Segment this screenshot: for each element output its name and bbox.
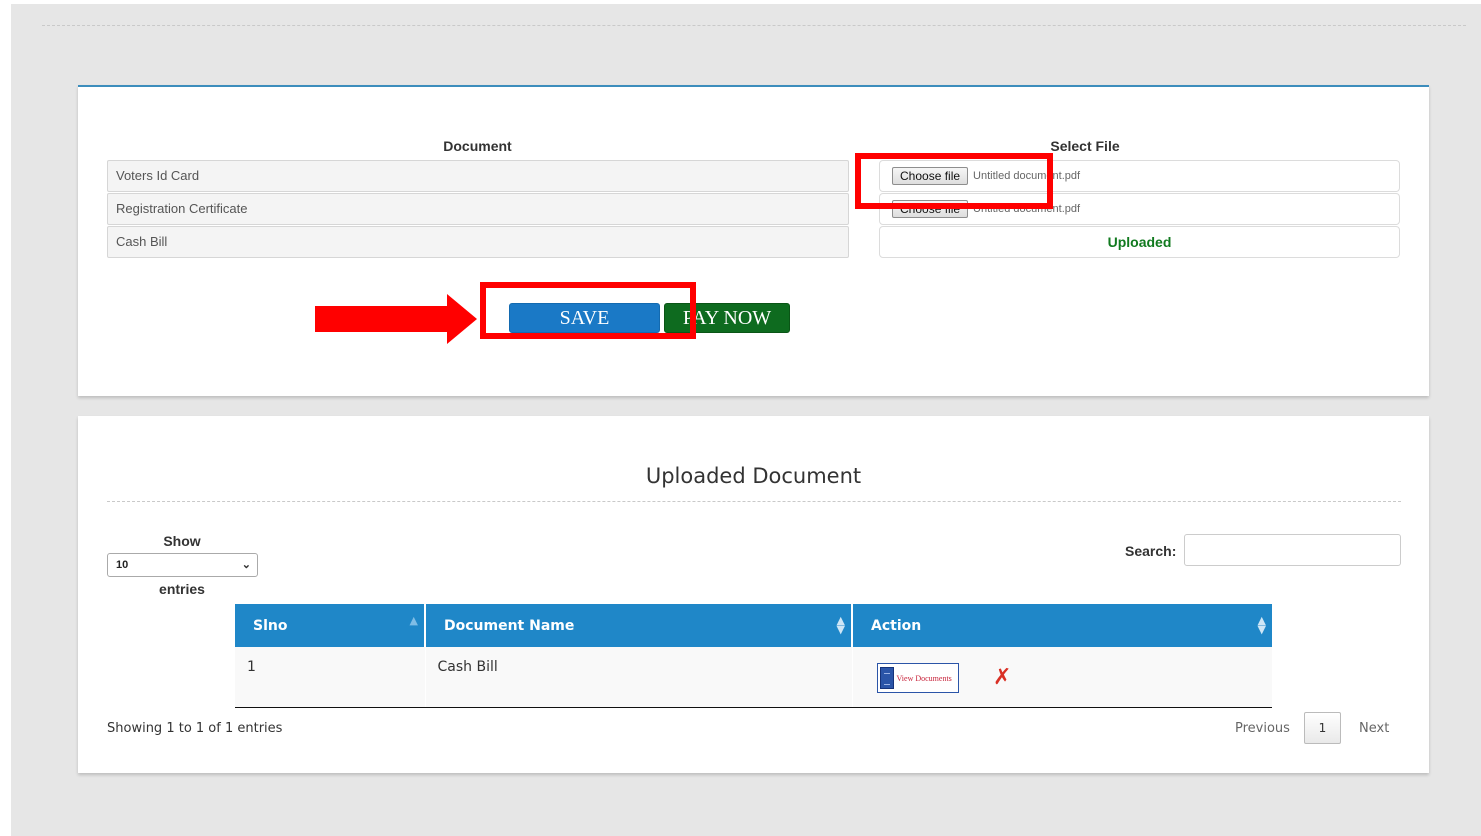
column-header-action[interactable]: Action ▲ ▼ — [852, 604, 1272, 647]
sort-ascending-icon: ▲ — [409, 614, 418, 627]
highlight-box-save — [480, 282, 696, 339]
top-divider — [42, 25, 1466, 26]
chevron-down-icon: ⌄ — [241, 559, 251, 571]
document-field-registration-certificate: Registration Certificate — [107, 193, 849, 225]
uploaded-status-cash-bill: Uploaded — [879, 226, 1400, 258]
sort-icon: ▲ ▼ — [1257, 614, 1266, 636]
pagination-next[interactable]: Next — [1359, 721, 1389, 736]
sort-icon: ▲ ▼ — [836, 614, 845, 636]
pagination-previous[interactable]: Previous — [1235, 721, 1290, 736]
entries-length-value: 10 — [116, 559, 129, 571]
column-header-slno[interactable]: Slno ▲ — [235, 604, 426, 647]
search-label: Search: — [1125, 543, 1177, 559]
search-input[interactable] — [1184, 534, 1401, 566]
title-divider — [107, 501, 1401, 502]
entries-length-select[interactable]: 10 ⌄ — [107, 553, 258, 577]
table-info: Showing 1 to 1 of 1 entries — [107, 721, 283, 736]
cell-slno: 1 — [235, 647, 426, 708]
column-header-document-name[interactable]: Document Name ▲ ▼ — [425, 604, 853, 647]
document-column-header: Document — [443, 138, 512, 154]
document-field-cash-bill: Cash Bill — [107, 226, 849, 258]
delete-icon[interactable]: ✗ — [993, 665, 1011, 690]
red-arrow-icon — [315, 294, 477, 344]
show-label: Show — [163, 533, 201, 549]
view-documents-button[interactable]: View Documents — [876, 663, 959, 693]
cell-document-name: Cash Bill — [425, 647, 853, 708]
highlight-box-choose-file — [855, 153, 1053, 209]
section-title: Uploaded Document — [645, 464, 862, 488]
select-file-column-header: Select File — [1050, 138, 1120, 154]
entries-label: entries — [159, 581, 205, 597]
upload-form-card: Document Select File Voters Id Card Regi… — [78, 85, 1429, 396]
document-icon — [879, 667, 894, 689]
document-field-voters-id: Voters Id Card — [107, 160, 849, 192]
cell-action: View Documents ✗ — [852, 647, 1272, 708]
table-row: 1 Cash Bill View Documents ✗ — [235, 647, 1272, 708]
uploaded-documents-table: Slno ▲ Document Name ▲ ▼ Action ▲ ▼ 1 Cash… — [235, 604, 1272, 708]
pagination-page-1[interactable]: 1 — [1304, 712, 1341, 744]
uploaded-documents-card: Uploaded Document Show 10 ⌄ entries Sear… — [78, 416, 1429, 773]
